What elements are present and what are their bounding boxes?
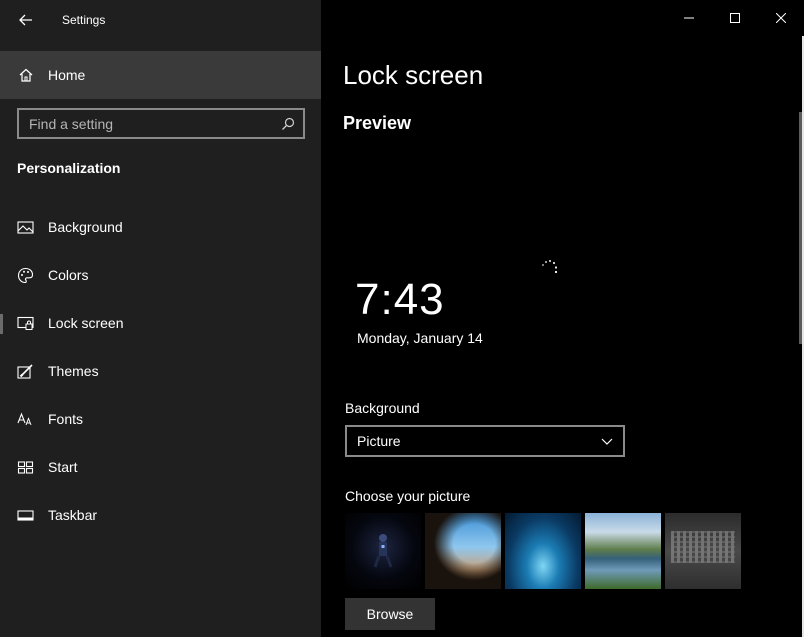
start-tiles-icon	[17, 461, 34, 474]
sidebar-item-label: Taskbar	[48, 507, 98, 523]
themes-brush-icon	[17, 364, 33, 379]
choose-picture-label: Choose your picture	[345, 488, 471, 504]
browse-button[interactable]: Browse	[345, 598, 435, 630]
loading-spinner-icon	[541, 259, 558, 274]
sidebar-item-start[interactable]: Start	[0, 446, 321, 490]
maximize-button[interactable]	[712, 0, 758, 36]
sidebar-item-label: Colors	[48, 267, 89, 283]
sidebar-item-label: Fonts	[48, 411, 84, 427]
sidebar-item-colors[interactable]: Colors	[0, 254, 321, 298]
sidebar-item-fonts[interactable]: Fonts	[0, 398, 321, 442]
background-dropdown[interactable]: Picture	[345, 425, 625, 457]
grey-texture-thumbnail[interactable]	[665, 513, 741, 589]
sidebar-item-label: Start	[48, 459, 78, 475]
lock-screen-icon	[17, 316, 34, 330]
search-box[interactable]	[17, 108, 305, 139]
sidebar-item-label: Home	[48, 67, 86, 83]
taskbar-icon	[17, 510, 34, 521]
home-icon	[19, 68, 33, 82]
beach-cave-thumbnail[interactable]	[425, 513, 501, 589]
sidebar-item-lock-screen[interactable]: Lock screen	[0, 302, 321, 346]
main-content: Lock screen Preview 7:43 Monday, January…	[321, 0, 804, 637]
back-arrow-icon	[19, 14, 32, 26]
minimize-icon	[684, 17, 694, 19]
background-label: Background	[345, 400, 420, 416]
minimize-button[interactable]	[666, 0, 712, 36]
sidebar-item-label: Background	[48, 219, 123, 235]
sidebar: Settings Home Personalization Background…	[0, 0, 321, 637]
figure-silhouette-icon	[373, 534, 393, 568]
maximize-icon	[730, 13, 740, 23]
close-icon	[776, 13, 786, 23]
background-dropdown-value: Picture	[357, 433, 401, 449]
title-bar: Settings	[0, 0, 321, 40]
search-input[interactable]	[19, 110, 303, 137]
page-title: Lock screen	[343, 60, 484, 90]
picture-thumbnails	[345, 513, 741, 589]
font-icon	[17, 412, 32, 426]
sidebar-item-taskbar[interactable]: Taskbar	[0, 494, 321, 538]
sidebar-item-themes[interactable]: Themes	[0, 350, 321, 394]
section-title: Personalization	[17, 160, 121, 176]
dark-figure-thumbnail[interactable]	[345, 513, 421, 589]
search-icon[interactable]	[281, 117, 295, 131]
sidebar-item-label: Themes	[48, 363, 99, 379]
preview-clock: 7:43	[355, 275, 445, 324]
close-button[interactable]	[758, 0, 804, 36]
selected-indicator	[0, 314, 3, 334]
chevron-down-icon	[601, 438, 613, 445]
preview-date: Monday, January 14	[357, 330, 483, 346]
sidebar-item-background[interactable]: Background	[0, 206, 321, 250]
back-button[interactable]	[14, 8, 38, 32]
sidebar-item-home[interactable]: Home	[0, 51, 321, 99]
mountain-lake-thumbnail[interactable]	[585, 513, 661, 589]
image-icon	[17, 221, 34, 234]
palette-icon	[17, 267, 34, 284]
window-controls	[666, 0, 804, 36]
preview-title: Preview	[343, 113, 412, 133]
sidebar-item-label: Lock screen	[48, 315, 124, 331]
ice-cave-thumbnail[interactable]	[505, 513, 581, 589]
app-title: Settings	[62, 13, 106, 27]
